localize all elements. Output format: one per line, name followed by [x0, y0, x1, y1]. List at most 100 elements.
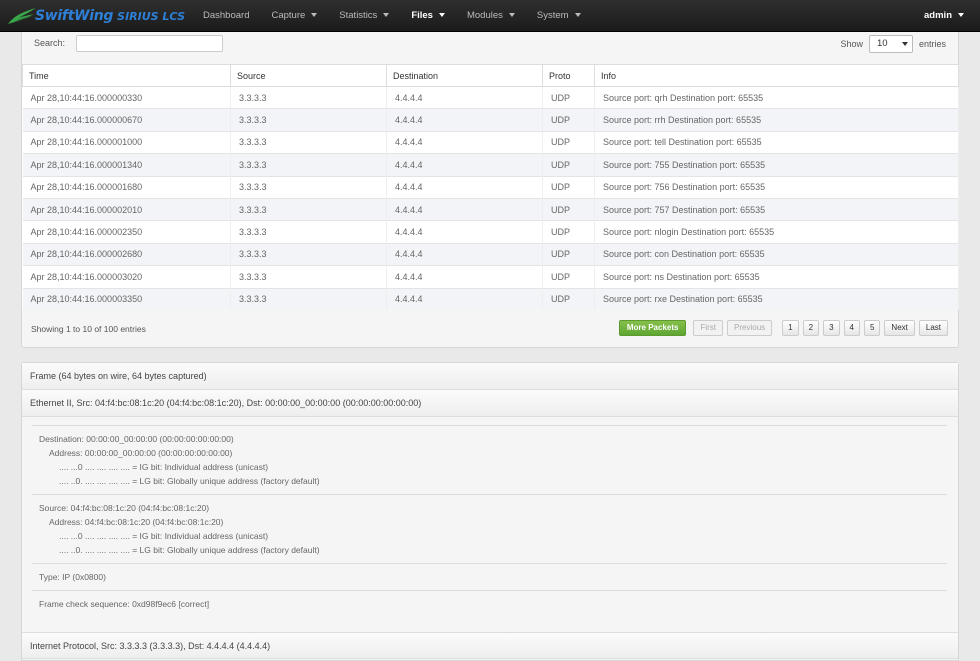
page-2-button[interactable]: 2 — [802, 320, 820, 336]
nav-label: Files — [411, 10, 433, 21]
table-header-row: Time Source Destination Proto Info — [22, 64, 959, 87]
cell-source: 3.3.3.3 — [230, 130, 387, 154]
next-page-button[interactable]: Next — [884, 320, 915, 336]
cell-destination: 4.4.4.4 — [386, 287, 543, 311]
pagination: More Packets First Previous 12345 Next L… — [615, 320, 948, 336]
packet-list-panel: Search: Show 10 entries Time Source Dest… — [21, 32, 959, 348]
detail-line[interactable]: Destination: 00:00:00_00:00:00 (00:00:00… — [39, 432, 947, 446]
table-row[interactable]: Apr 28,10:44:16.000003020 3.3.3.3 4.4.4.4 U… — [22, 265, 959, 289]
column-header-source[interactable]: Source — [230, 64, 387, 87]
chevron-down-icon — [958, 13, 964, 17]
detail-line[interactable]: .... ..0. .... .... .... .... = LG bit: … — [39, 474, 947, 488]
cell-proto: UDP — [542, 220, 595, 244]
nav-dashboard[interactable]: Dashboard — [192, 0, 260, 32]
nav-label: Capture — [271, 10, 306, 21]
cell-source: 3.3.3.3 — [230, 220, 387, 244]
column-header-info[interactable]: Info — [594, 64, 959, 87]
ip-section-header[interactable]: Internet Protocol, Src: 3.3.3.3 (3.3.3.3… — [22, 632, 958, 659]
cell-proto: UDP — [542, 242, 595, 266]
brand-subtitle: SIRIUS LCS — [117, 9, 186, 23]
page-1-button[interactable]: 1 — [782, 320, 799, 336]
cell-time: Apr 28,10:44:16.000000670 — [22, 108, 231, 132]
cell-time: Apr 28,10:44:16.000002350 — [22, 220, 231, 244]
more-packets-button[interactable]: More Packets — [618, 320, 687, 336]
table-row[interactable]: Apr 28,10:44:16.000003350 3.3.3.3 4.4.4.4 U… — [22, 287, 959, 311]
nav-label: System — [536, 10, 569, 21]
chevron-down-icon — [311, 13, 318, 17]
cell-info: Source port: tell Destination port: 6553… — [594, 130, 959, 154]
table-row[interactable]: Apr 28,10:44:16.000000670 3.3.3.3 4.4.4.4 U… — [22, 108, 959, 132]
nav-files[interactable]: Files — [400, 0, 456, 32]
detail-group: Source: 04:f4:bc:08:1c:20 (04:f4:bc:08:1… — [32, 494, 947, 563]
cell-time: Apr 28,10:44:16.000003350 — [22, 287, 231, 311]
column-header-time[interactable]: Time — [22, 64, 231, 87]
search-label: Search: — [34, 38, 66, 48]
table-row[interactable]: Apr 28,10:44:16.000001680 3.3.3.3 4.4.4.4 U… — [22, 175, 959, 199]
search-input[interactable] — [76, 35, 223, 52]
cell-info: Source port: rrh Destination port: 65535 — [594, 108, 959, 132]
cell-info: Source port: nlogin Destination port: 65… — [594, 220, 959, 244]
cell-time: Apr 28,10:44:16.000001680 — [22, 175, 231, 199]
first-page-button[interactable]: First — [693, 320, 724, 336]
chevron-down-icon — [438, 13, 445, 17]
nav-statistics[interactable]: Statistics — [328, 0, 400, 32]
cell-proto: UDP — [542, 153, 595, 177]
table-row[interactable]: Apr 28,10:44:16.000001340 3.3.3.3 4.4.4.4 U… — [22, 153, 959, 177]
packet-table: Time Source Destination Proto Info Apr 2… — [22, 64, 959, 311]
cell-time: Apr 28,10:44:16.000001340 — [22, 153, 231, 177]
cell-time: Apr 28,10:44:16.000003020 — [22, 265, 231, 289]
detail-line[interactable]: Frame check sequence: 0xd98f9ec6 [correc… — [39, 597, 947, 611]
nav-capture[interactable]: Capture — [260, 0, 328, 32]
cell-source: 3.3.3.3 — [230, 242, 387, 266]
detail-line[interactable]: Type: IP (0x0800) — [39, 570, 947, 584]
nav-modules[interactable]: Modules — [456, 0, 526, 32]
detail-group: Frame check sequence: 0xd98f9ec6 [correc… — [32, 590, 947, 617]
cell-time: Apr 28,10:44:16.000002010 — [22, 197, 231, 221]
page-5-button[interactable]: 5 — [863, 320, 881, 336]
cell-time: Apr 28,10:44:16.000001000 — [22, 130, 231, 154]
brand-logo[interactable]: SwiftWing SIRIUS LCS — [6, 6, 185, 26]
detail-line[interactable]: Address: 00:00:00_00:00:00 (00:00:00:00:… — [39, 446, 947, 460]
packet-detail-panel: Frame (64 bytes on wire, 64 bytes captur… — [21, 362, 959, 661]
table-row[interactable]: Apr 28,10:44:16.000002010 3.3.3.3 4.4.4.4 U… — [22, 197, 959, 221]
cell-proto: UDP — [542, 197, 595, 221]
chevron-down-icon — [574, 13, 581, 17]
user-menu[interactable]: admin — [918, 0, 970, 32]
cell-destination: 4.4.4.4 — [386, 242, 543, 266]
table-row[interactable]: Apr 28,10:44:16.000002350 3.3.3.3 4.4.4.4 U… — [22, 220, 959, 244]
detail-line[interactable]: .... ..0. .... .... .... .... = LG bit: … — [39, 543, 947, 557]
ethernet-section-header[interactable]: Ethernet II, Src: 04:f4:bc:08:1c:20 (04:… — [22, 390, 958, 417]
main-menu: Dashboard Capture Statistics Files Modules Sy… — [192, 0, 592, 32]
cell-proto: UDP — [542, 108, 595, 132]
chevron-down-icon — [383, 13, 390, 17]
cell-source: 3.3.3.3 — [230, 85, 387, 109]
last-page-button[interactable]: Last — [918, 320, 948, 336]
cell-info: Source port: rxe Destination port: 65535 — [594, 287, 959, 311]
brand-name: SwiftWing — [35, 8, 114, 24]
cell-destination: 4.4.4.4 — [386, 220, 543, 244]
page-size-select[interactable]: 10 — [868, 35, 913, 53]
detail-line[interactable]: .... ...0 .... .... .... .... = IG bit: … — [39, 460, 947, 474]
page-4-button[interactable]: 4 — [843, 320, 860, 336]
cell-source: 3.3.3.3 — [230, 175, 387, 199]
cell-source: 3.3.3.3 — [230, 153, 387, 177]
detail-line[interactable]: Address: 04:f4:bc:08:1c:20 (04:f4:bc:08:… — [39, 515, 947, 529]
detail-line[interactable]: .... ...0 .... .... .... .... = IG bit: … — [39, 529, 947, 543]
nav-system[interactable]: System — [526, 0, 592, 32]
detail-group: Destination: 00:00:00_00:00:00 (00:00:00… — [32, 425, 947, 494]
top-navbar: SwiftWing SIRIUS LCS Dashboard Capture Sta… — [0, 0, 980, 32]
nav-label: Dashboard — [203, 10, 250, 21]
column-header-destination[interactable]: Destination — [386, 64, 543, 87]
table-row[interactable]: Apr 28,10:44:16.000001000 3.3.3.3 4.4.4.4 U… — [22, 130, 959, 154]
frame-section-header[interactable]: Frame (64 bytes on wire, 64 bytes captur… — [22, 363, 958, 390]
cell-info: Source port: 756 Destination port: 65535 — [594, 175, 959, 199]
table-row[interactable]: Apr 28,10:44:16.000000330 3.3.3.3 4.4.4.4 U… — [22, 85, 959, 109]
table-row[interactable]: Apr 28,10:44:16.000002680 3.3.3.3 4.4.4.4 U… — [22, 242, 959, 266]
cell-destination: 4.4.4.4 — [386, 197, 543, 221]
previous-page-button[interactable]: Previous — [727, 320, 773, 336]
page-3-button[interactable]: 3 — [823, 320, 840, 336]
detail-line[interactable]: Source: 04:f4:bc:08:1c:20 (04:f4:bc:08:1… — [39, 501, 947, 515]
column-header-proto[interactable]: Proto — [542, 64, 595, 87]
cell-time: Apr 28,10:44:16.000002680 — [22, 242, 231, 266]
cell-source: 3.3.3.3 — [230, 197, 387, 221]
